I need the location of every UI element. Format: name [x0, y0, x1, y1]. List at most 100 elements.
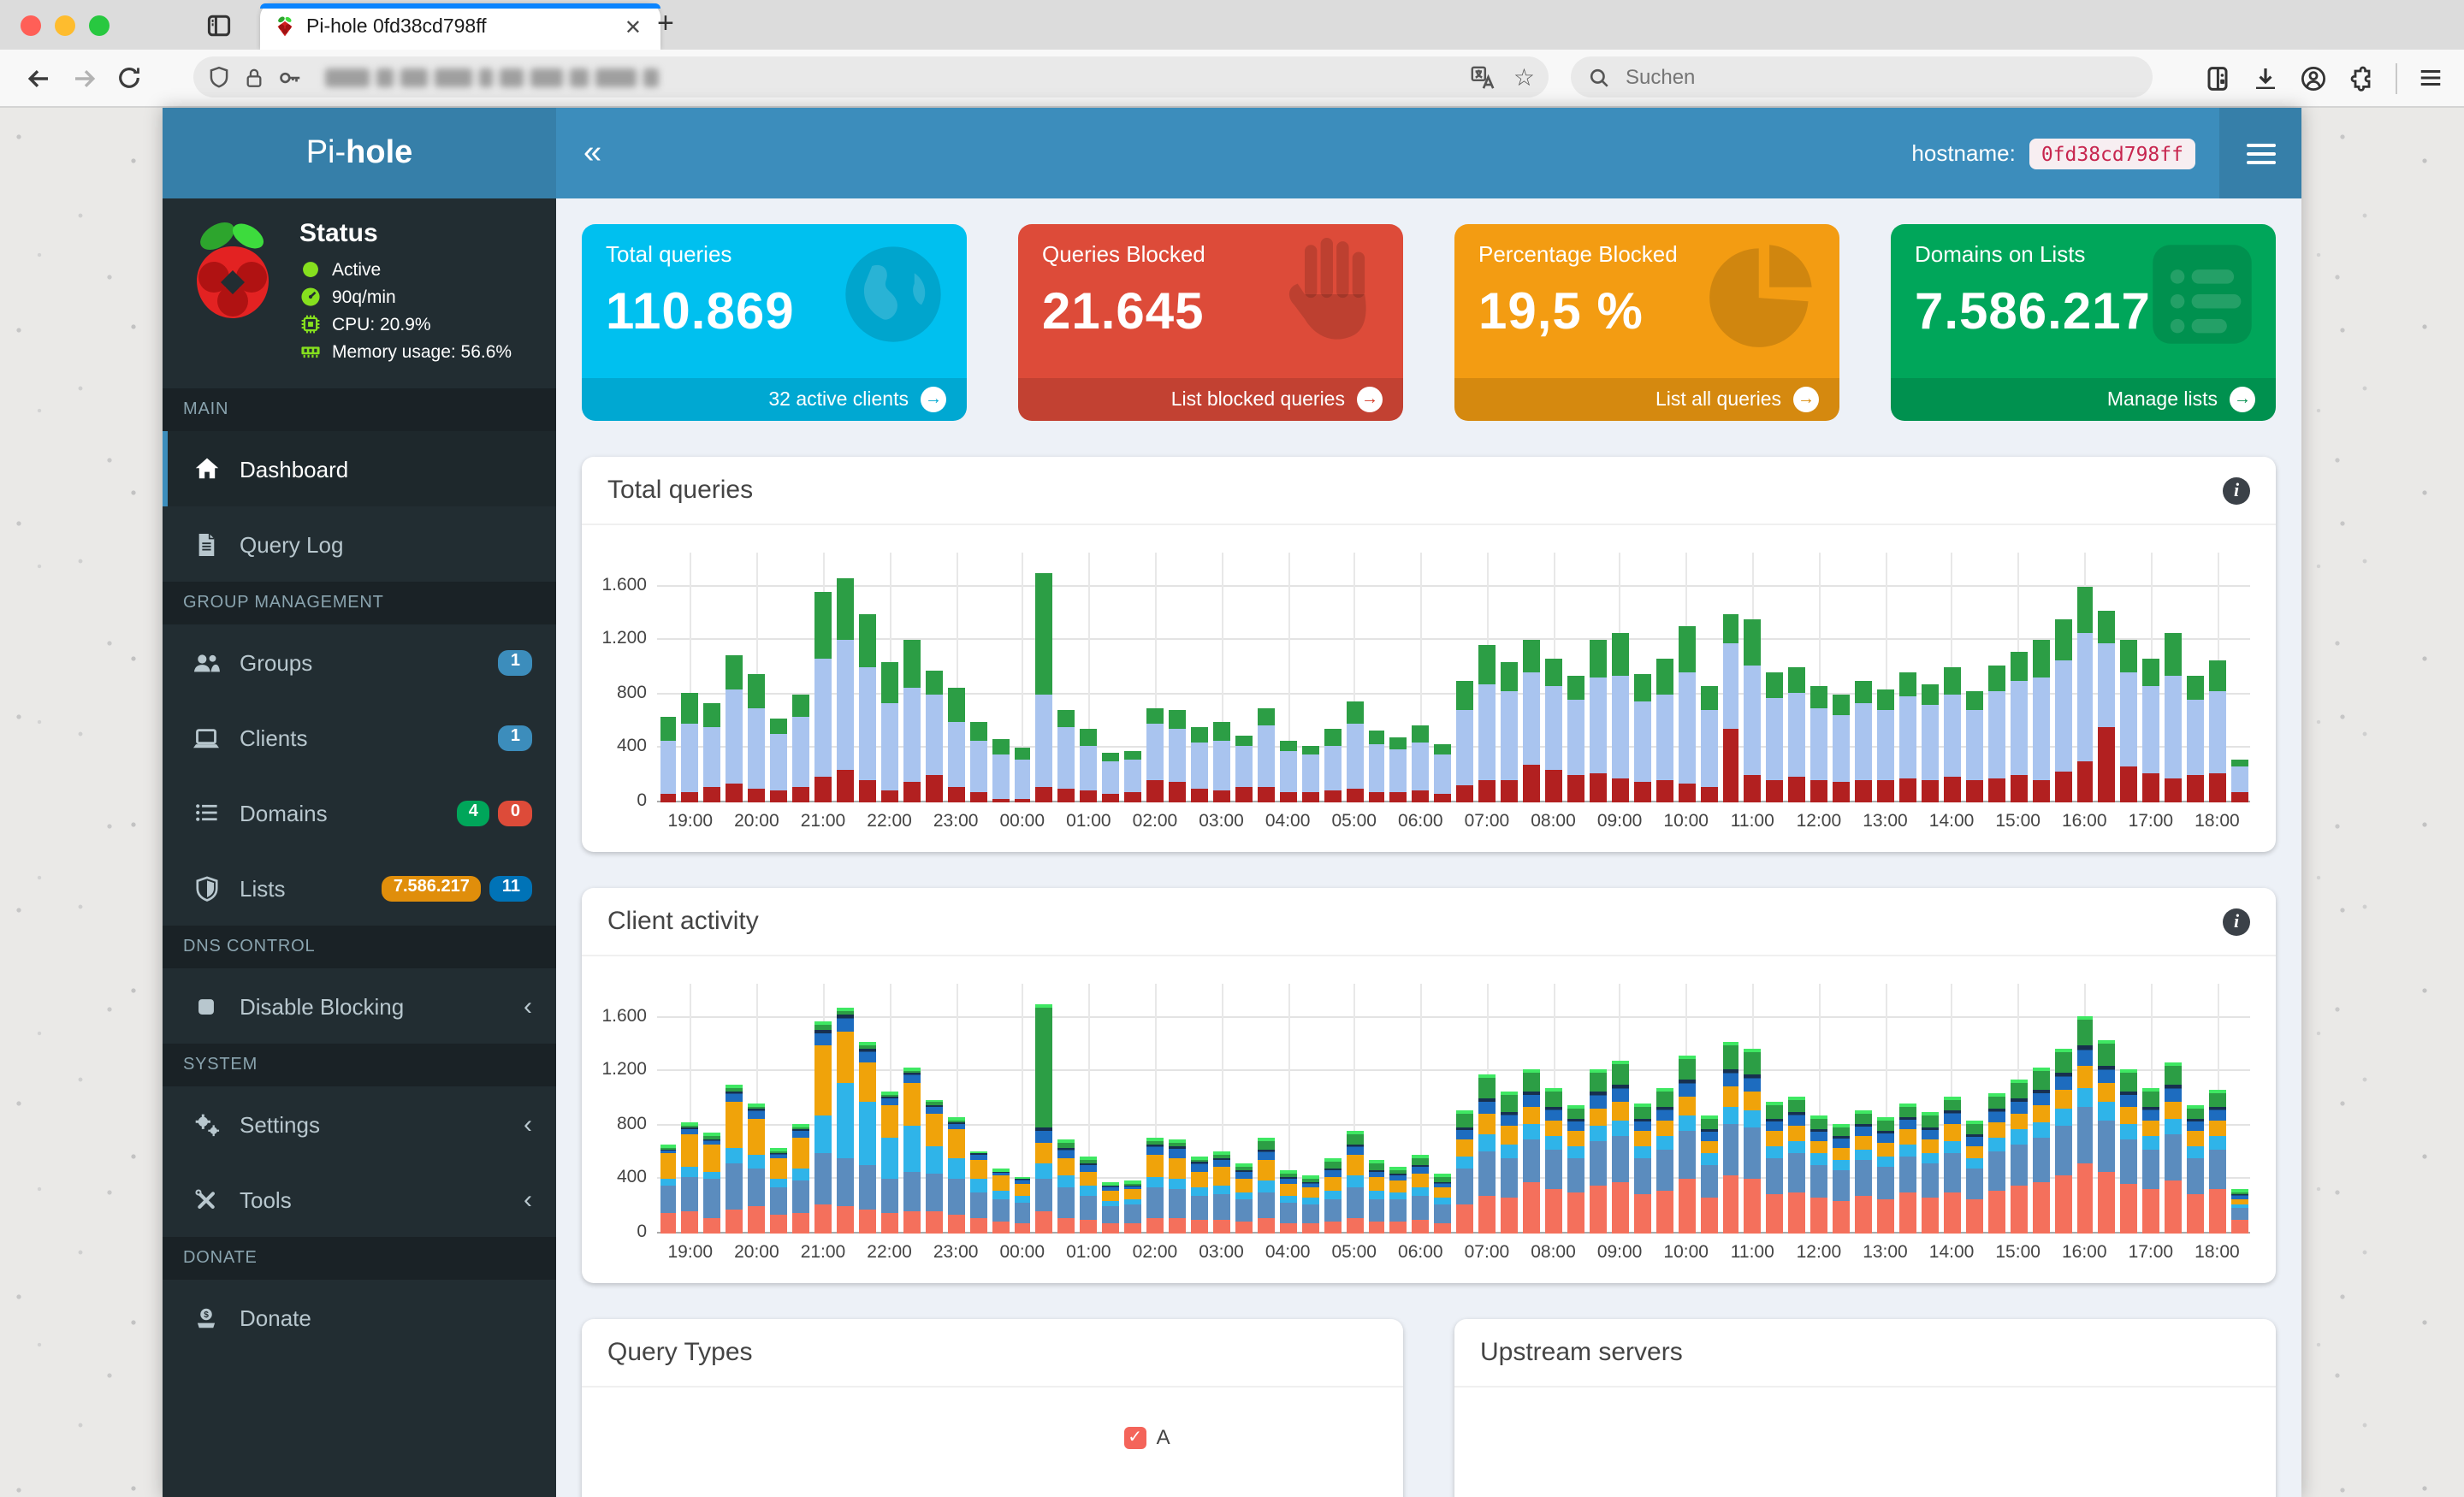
stacked-bar — [1212, 984, 1230, 1234]
client-activity-chart[interactable]: 0 400 800 1.200 1.600 19:00 20:00 21:00 22:00 23… — [582, 956, 2276, 1283]
x-axis-tick: 03:00 — [1199, 1242, 1244, 1263]
stacked-bar — [1080, 984, 1098, 1234]
app-menu-button[interactable] — [2219, 108, 2301, 198]
tab-title: Pi-hole 0fd38cd798ff — [306, 16, 487, 37]
browser-sidebar-icon[interactable] — [205, 11, 233, 38]
sidebar-item-lists[interactable]: Lists 7.586.217 11 — [163, 850, 556, 926]
pihole-logo[interactable]: Pi-hole — [163, 108, 556, 198]
stacked-bar — [1855, 984, 1873, 1234]
stacked-bar — [1169, 984, 1186, 1234]
account-icon[interactable] — [2300, 64, 2327, 92]
stacked-bar — [1744, 984, 1762, 1234]
stacked-bar — [2010, 553, 2028, 802]
stacked-bar — [2098, 984, 2116, 1234]
new-tab-button[interactable]: + — [657, 7, 674, 41]
x-axis-tick: 15:00 — [1995, 1242, 2040, 1263]
stacked-bar — [1389, 553, 1407, 802]
arrow-circle-icon: → — [2230, 387, 2255, 412]
x-axis-tick: 16:00 — [2061, 811, 2107, 831]
bookmark-star-icon[interactable]: ☆ — [1513, 62, 1535, 92]
card-footer-link[interactable]: Manage lists → — [1891, 378, 2276, 421]
stacked-bar — [1810, 984, 1828, 1234]
browser-toolbar: ☆ — [0, 50, 2464, 108]
x-axis-tick: 19:00 — [667, 811, 714, 831]
search-bar[interactable] — [1571, 56, 2153, 98]
x-axis-tick: 22:00 — [867, 1242, 912, 1263]
total-queries-chart[interactable]: 0 400 800 1.200 1.600 19:00 20:00 21:00 22:00 23… — [582, 525, 2276, 852]
menu-hamburger-icon[interactable] — [2418, 65, 2443, 91]
stacked-bar — [1766, 984, 1784, 1234]
card-footer-link[interactable]: 32 active clients → — [582, 378, 967, 421]
stacked-bar — [1611, 553, 1629, 802]
info-icon[interactable]: i — [2223, 908, 2250, 935]
stacked-bar — [1656, 553, 1673, 802]
x-axis-tick: 10:00 — [1663, 811, 1709, 831]
x-axis-tick: 02:00 — [1132, 1242, 1178, 1263]
x-axis-tick: 07:00 — [1464, 811, 1510, 831]
url-bar[interactable]: ☆ — [193, 56, 1549, 98]
x-axis-tick: 21:00 — [800, 1242, 846, 1263]
stacked-bar — [748, 553, 766, 802]
hostname-label: hostname: — [1911, 140, 2016, 166]
checkbox-checked-icon[interactable]: ✓ — [1123, 1426, 1146, 1448]
forward-button[interactable] — [62, 64, 106, 92]
stacked-bar — [1324, 553, 1342, 802]
status-dot-icon — [303, 262, 318, 277]
arrow-circle-icon: → — [1793, 387, 1819, 412]
stacked-bar — [1501, 984, 1519, 1234]
home-icon — [192, 455, 221, 482]
lock-icon[interactable] — [243, 66, 265, 88]
stacked-bar — [1656, 984, 1673, 1234]
close-window-button[interactable] — [21, 15, 41, 35]
sidebar-section-main: MAIN — [163, 388, 556, 431]
sidebar-item-dashboard[interactable]: Dashboard — [163, 431, 556, 506]
panel-upstream-servers: Upstream servers — [1454, 1319, 2276, 1497]
sidebar-item-disable-blocking[interactable]: Disable Blocking ‹ — [163, 968, 556, 1044]
sidebar-item-tools[interactable]: Tools ‹ — [163, 1162, 556, 1237]
stacked-bar — [880, 984, 898, 1234]
maximize-window-button[interactable] — [89, 15, 110, 35]
stacked-bar — [1235, 553, 1253, 802]
legend-item-a[interactable]: ✓ A — [1123, 1425, 1170, 1449]
card-footer-link[interactable]: List blocked queries → — [1018, 378, 1403, 421]
svg-text:$: $ — [204, 1310, 209, 1319]
back-button[interactable] — [17, 64, 62, 92]
stacked-bar — [1014, 984, 1031, 1234]
translate-icon[interactable] — [1471, 64, 1496, 90]
domains-denied-badge: 0 — [498, 800, 532, 825]
sidebar-item-domains[interactable]: Domains 4 0 — [163, 775, 556, 850]
x-axis-tick: 10:00 — [1663, 1242, 1709, 1263]
sidebar-collapse-icon[interactable]: « — [556, 137, 629, 169]
status-row-active: Active — [299, 258, 512, 281]
sidebar-item-donate[interactable]: $ Donate — [163, 1280, 556, 1355]
stacked-bar — [1146, 553, 1164, 802]
sidebar-item-query-log[interactable]: Query Log — [163, 506, 556, 582]
stacked-bar — [1545, 984, 1562, 1234]
stacked-bar — [2187, 553, 2205, 802]
chevron-left-icon: ‹ — [524, 1185, 532, 1214]
sidebar-item-groups[interactable]: Groups 1 — [163, 624, 556, 700]
downloads-icon[interactable] — [2252, 64, 2279, 92]
extensions-puzzle-icon[interactable] — [2348, 64, 2375, 92]
x-axis-tick: 05:00 — [1331, 811, 1377, 831]
stacked-bar — [2231, 553, 2248, 802]
stacked-bar — [1589, 984, 1607, 1234]
stacked-bar — [660, 553, 677, 802]
sidebar-item-settings[interactable]: Settings ‹ — [163, 1086, 556, 1162]
stacked-bar — [1478, 984, 1496, 1234]
sidebar-item-clients[interactable]: Clients 1 — [163, 700, 556, 775]
tab-close-icon[interactable]: ✕ — [619, 15, 647, 38]
search-input[interactable] — [1622, 63, 2135, 91]
stacked-bar — [1921, 984, 1939, 1234]
shield-permissions-icon[interactable] — [207, 65, 231, 89]
reload-button[interactable] — [106, 65, 151, 91]
stacked-bar — [1257, 553, 1275, 802]
card-footer-link[interactable]: List all queries → — [1454, 378, 1839, 421]
key-icon[interactable] — [277, 64, 303, 90]
panel-box-icon[interactable] — [2204, 64, 2231, 92]
minimize-window-button[interactable] — [55, 15, 75, 35]
info-icon[interactable]: i — [2223, 476, 2250, 504]
card-value: 7.586.217 — [1915, 284, 2151, 340]
browser-tab[interactable]: Pi-hole 0fd38cd798ff ✕ — [260, 3, 660, 50]
stacked-bar — [681, 553, 699, 802]
